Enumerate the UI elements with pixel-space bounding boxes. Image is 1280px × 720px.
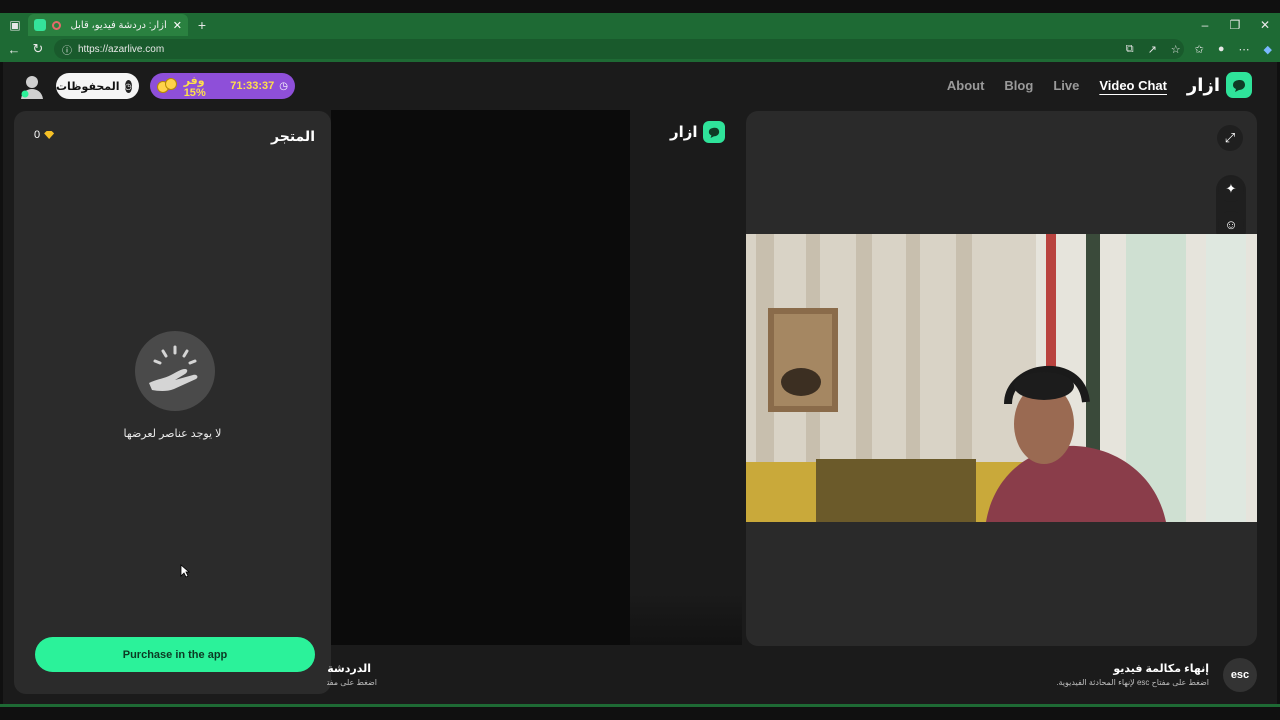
address-bar-row: ← ↻ ⓘ https://azarlive.com ⧉ ↗ ☆ ✩ ● ⋯ ◆ [0,36,1280,62]
site-info-icon[interactable]: ⓘ [62,42,72,57]
empty-hand-icon [135,331,215,411]
address-bar[interactable]: ⓘ https://azarlive.com [54,39,1184,59]
expand-icon[interactable]: ⤢ [1217,125,1243,151]
saved-label: المحفوظات [56,80,120,93]
chat-caption-title: الدردشة ب [327,663,371,675]
remote-video-area [331,110,630,645]
window-bottom-border [0,704,1280,707]
browser-window: ▣ أزار: دردشة فيديو، قابل الأصدقاء ✕ + –… [0,0,1280,720]
more-menu-icon[interactable]: ⋯ [1239,43,1250,56]
url-text: https://azarlive.com [78,43,165,55]
nav-blog[interactable]: Blog [1004,78,1033,93]
empty-store-text: لا يوجد عناصر لعرضها [123,428,222,440]
reload-button[interactable]: ↻ [26,41,50,57]
browser-tab[interactable]: أزار: دردشة فيديو، قابل الأصدقاء ✕ [28,14,188,36]
remote-logo-text: ازار [670,124,698,141]
new-tab-button[interactable]: + [194,13,210,36]
gem-balance: 0 [34,129,55,141]
top-navigation: About Blog Live Video Chat [947,78,1167,93]
chat-caption-hint: اضغط على مفتاح [327,678,377,687]
store-title: المتجر [271,128,315,144]
profile-icon[interactable]: ● [1218,43,1225,55]
nav-about[interactable]: About [947,78,985,93]
favorites-icon[interactable]: ✩ [1195,43,1204,56]
tab-title: أزار: دردشة فيديو، قابل الأصدقاء [67,19,167,31]
tab-actions-icon[interactable]: ▣ [0,13,30,36]
nav-live[interactable]: Live [1053,78,1079,93]
azar-logo-icon [1226,72,1252,98]
promo-timer: 71:33:37 [230,80,275,92]
mouse-cursor-icon [180,564,190,578]
esc-end-call-button[interactable]: esc [1223,658,1257,692]
gem-icon [44,131,55,139]
back-button[interactable]: ← [2,42,26,57]
favorite-star-icon[interactable]: ☆ [1171,43,1181,56]
clock-icon: ◷ [124,79,132,93]
minimize-button[interactable]: – [1190,13,1220,36]
remote-video-fade [630,594,742,645]
share-icon[interactable]: ↗ [1148,43,1157,56]
user-avatar-icon[interactable] [19,74,45,100]
bottom-hints-bar: الدردشة ب اضغط على مفتاح إنهاء مكالمة في… [3,650,1277,700]
maximize-button[interactable]: ❐ [1220,13,1250,36]
local-video-panel: ⤢ ✦ ☺ [746,111,1257,646]
azar-logo[interactable]: ازار [1187,72,1252,98]
browser-toolbar-icons: ⧉ ↗ ☆ ✩ ● ⋯ ◆ [1126,36,1272,62]
nav-video-chat[interactable]: Video Chat [1099,78,1167,93]
tab-strip: ▣ أزار: دردشة فيديو، قابل الأصدقاء ✕ + –… [0,13,1280,36]
remote-azar-logo: ازار [670,121,725,143]
gem-count: 0 [34,129,41,141]
coins-icon [157,78,179,94]
sparkle-effects-icon[interactable]: ✦ [1218,176,1244,202]
end-call-hint: اضغط على مفتاح esc لإنهاء المحادثة الفيد… [1056,678,1209,687]
favicon-icon [34,19,46,31]
recording-icon [52,20,61,30]
timer-icon: ◷ [279,80,288,92]
open-app-icon[interactable]: ⧉ [1126,43,1134,56]
saved-history-button[interactable]: المحفوظات ◷ [56,73,139,99]
copilot-icon[interactable]: ◆ [1264,43,1272,56]
close-tab-icon[interactable]: ✕ [173,19,182,32]
local-camera-feed [746,234,1257,522]
azar-page: المحفوظات ◷ وفر 15% 71:33:37 ◷ About Blo… [3,62,1277,706]
logo-text: ازار [1186,74,1220,95]
store-panel: المتجر 0 لا يوجد عناصر لعرضها Purchase i… [14,111,331,694]
remote-logo-icon [702,121,725,143]
promo-text: وفر 15% [183,74,206,99]
end-call-title: إنهاء مكالمة فيديو [1113,663,1209,675]
close-window-button[interactable]: ✕ [1250,13,1280,36]
promo-offer-button[interactable]: وفر 15% 71:33:37 ◷ [150,73,295,99]
